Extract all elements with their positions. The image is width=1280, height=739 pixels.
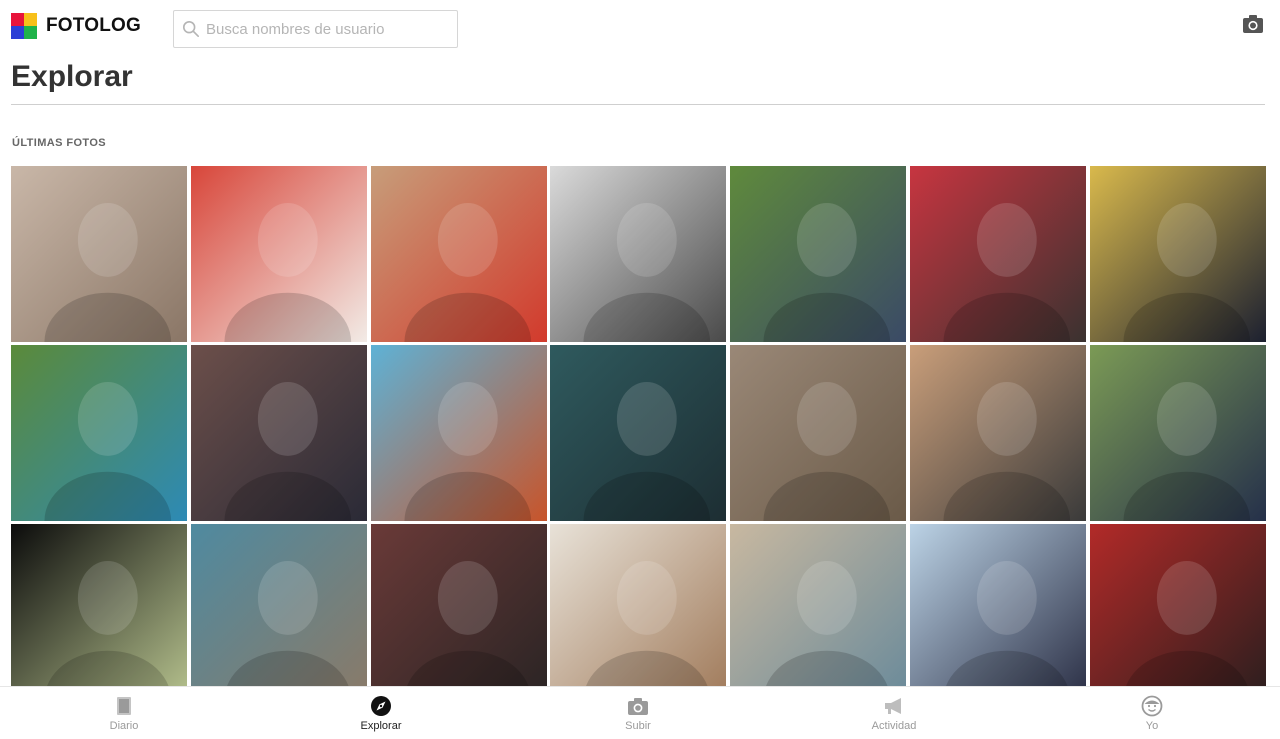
photo-tile-couple-outdoors-trees[interactable] (11, 345, 187, 521)
nav-item-actividad[interactable]: Actividad (834, 695, 954, 732)
nav-item-yo[interactable]: Yo (1092, 695, 1212, 732)
logo-text: FOTOLOG (46, 15, 141, 36)
logo-mark-icon (11, 13, 37, 39)
search-input[interactable] (206, 20, 446, 38)
nav-label: Yo (1145, 720, 1159, 732)
photo-tile-blue-hair-guitar[interactable] (730, 166, 907, 342)
nav-item-diario[interactable]: Diario (64, 695, 184, 732)
photo-tile-plant-bud-dark[interactable] (11, 524, 187, 700)
photo-tile-golden-gate-selfie[interactable] (370, 345, 547, 521)
compass-icon (371, 696, 391, 716)
photo-tile-man-blue-sunglasses-hand[interactable] (909, 524, 1086, 700)
photo-tile-young-man-closeup[interactable] (909, 345, 1086, 521)
photo-tile-couple-glasses-red-sweater[interactable] (909, 166, 1086, 342)
nav-item-subir[interactable]: Subir (578, 695, 698, 732)
photo-grid (11, 166, 1266, 700)
photo-tile-photo-collage-red-border[interactable] (190, 166, 367, 342)
section-label: ÚLTIMAS FOTOS (12, 137, 107, 149)
search-icon (182, 20, 200, 38)
camera-icon (628, 698, 648, 715)
fotolog-logo[interactable]: FOTOLOG (11, 13, 141, 39)
photo-tile-girl-selfie-gray-shirt[interactable] (11, 166, 187, 342)
photo-tile-mirror-selfie-shirtless[interactable] (370, 166, 547, 342)
nav-label: Subir (625, 720, 651, 732)
nav-item-explorar[interactable]: Explorar (321, 695, 441, 732)
nav-label: Diario (109, 720, 139, 732)
top-bar: FOTOLOG (0, 0, 1280, 56)
photo-tile-virtual-ballerina-scene[interactable] (550, 345, 727, 521)
nav-label: Explorar (360, 720, 402, 732)
journal-icon (117, 697, 131, 715)
megaphone-icon (885, 698, 901, 714)
photo-tile-lake-mountains-swimmer[interactable] (190, 524, 367, 700)
photo-tile-man-cactus-closeup[interactable] (730, 345, 907, 521)
camera-icon[interactable] (1242, 14, 1264, 34)
bottom-nav: Diario Explorar Subir Actividad Yo (0, 686, 1280, 739)
photo-tile-man-nixon-cap-hood[interactable] (370, 524, 547, 700)
title-divider (11, 104, 1265, 105)
photo-tile-sleeping-baby-red[interactable] (1089, 524, 1266, 700)
photo-tile-singer-microphone-stage[interactable] (190, 345, 367, 521)
photo-tile-woman-sunglasses-ruins[interactable] (730, 524, 907, 700)
photo-tile-woman-field-lei[interactable] (1089, 345, 1266, 521)
nav-label: Actividad (871, 720, 917, 732)
search-box[interactable] (173, 10, 458, 48)
photo-tile-man-glasses-yellow-wall[interactable] (1089, 166, 1266, 342)
smiley-face-icon (1141, 695, 1163, 717)
photo-tile-bw-selfie-young-man[interactable] (550, 166, 727, 342)
page-title: Explorar (11, 60, 133, 93)
photo-tile-man-lying-white-sheets[interactable] (550, 524, 727, 700)
